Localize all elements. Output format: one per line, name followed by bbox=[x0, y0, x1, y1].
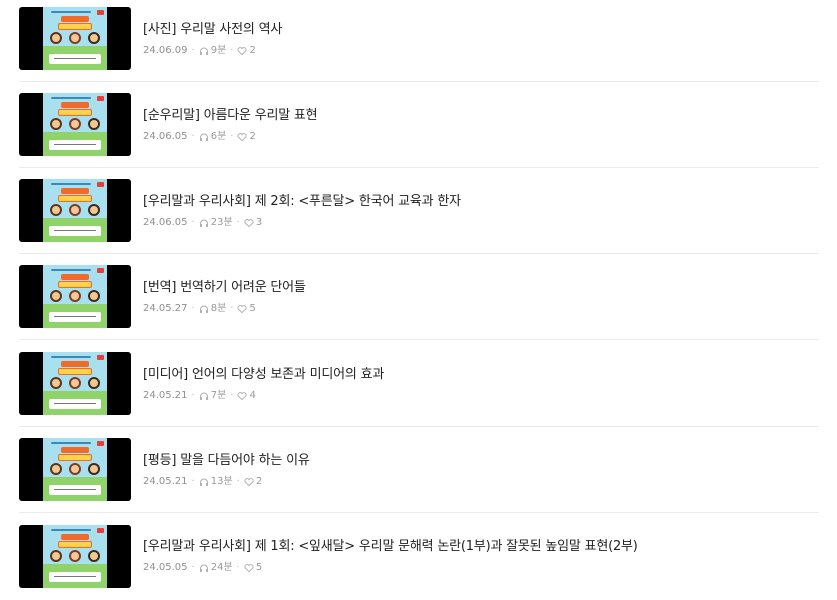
episode-title[interactable]: [순우리말] 아름다운 우리말 표현 bbox=[143, 107, 318, 125]
heart-icon[interactable] bbox=[237, 304, 248, 314]
episode-meta: 24.05.27 · 8분 · 5 bbox=[143, 303, 306, 315]
list-item[interactable]: [순우리말] 아름다운 우리말 표현 24.06.05 · 6분 · 2 bbox=[19, 82, 819, 168]
list-item[interactable]: [사진] 우리말 사전의 역사 24.06.09 · 9분 · 2 bbox=[19, 0, 819, 82]
headphones-icon bbox=[199, 218, 209, 228]
headphones-icon bbox=[199, 477, 209, 487]
thumbnail-poster-image bbox=[43, 93, 107, 156]
episode-likes: 2 bbox=[255, 475, 263, 487]
list-item[interactable]: [우리말과 우리사회] 제 1회: <잎새달> 우리말 문해력 논란(1부)과 … bbox=[19, 513, 819, 599]
list-item[interactable]: [미디어] 언어의 다양성 보존과 미디어의 효과 24.05.21 · 7분 … bbox=[19, 341, 819, 427]
meta-separator: · bbox=[230, 130, 234, 142]
episode-thumbnail[interactable] bbox=[19, 7, 131, 70]
episode-meta: 24.05.05 · 24분 · 5 bbox=[143, 562, 638, 574]
episode-likes: 3 bbox=[255, 216, 263, 228]
episode-likes: 4 bbox=[249, 389, 256, 401]
episode-meta: 24.06.05 · 23분 · 3 bbox=[143, 217, 461, 229]
heart-icon[interactable] bbox=[237, 46, 248, 56]
meta-separator: · bbox=[191, 44, 195, 56]
episode-title[interactable]: [미디어] 언어의 다양성 보존과 미디어의 효과 bbox=[143, 366, 384, 384]
episode-thumbnail[interactable] bbox=[19, 93, 131, 156]
headphones-icon bbox=[199, 304, 209, 314]
episode-thumbnail[interactable] bbox=[19, 352, 131, 415]
heart-icon[interactable] bbox=[244, 563, 254, 573]
episode-date: 24.05.05 bbox=[143, 562, 188, 573]
episode-duration: 7분 bbox=[210, 389, 227, 401]
meta-separator: · bbox=[230, 389, 234, 401]
thumbnail-poster-image bbox=[43, 265, 107, 328]
episode-thumbnail[interactable] bbox=[19, 524, 131, 588]
thumbnail-poster-image bbox=[43, 352, 107, 415]
episode-date: 24.05.27 bbox=[143, 302, 188, 314]
episode-thumbnail[interactable] bbox=[19, 265, 131, 328]
episode-duration: 6분 bbox=[210, 130, 227, 142]
meta-separator: · bbox=[236, 216, 240, 228]
episode-title[interactable]: [사진] 우리말 사전의 역사 bbox=[143, 21, 282, 39]
episode-likes: 2 bbox=[249, 44, 256, 56]
meta-separator: · bbox=[191, 389, 195, 401]
meta-separator: · bbox=[230, 302, 234, 314]
thumbnail-poster-image bbox=[43, 524, 107, 588]
heart-icon[interactable] bbox=[237, 132, 248, 142]
meta-separator: · bbox=[230, 44, 234, 56]
heart-icon[interactable] bbox=[244, 477, 254, 487]
headphones-icon bbox=[199, 132, 209, 142]
episode-duration: 13분 bbox=[210, 475, 233, 487]
episode-meta: 24.05.21 · 7분 · 4 bbox=[143, 390, 384, 402]
episode-duration: 9분 bbox=[210, 44, 227, 56]
thumbnail-poster-image bbox=[43, 438, 107, 501]
episode-title[interactable]: [평등] 말을 다듬어야 하는 이유 bbox=[143, 452, 310, 470]
headphones-icon bbox=[199, 46, 209, 56]
episode-duration: 24분 bbox=[210, 562, 233, 573]
meta-separator: · bbox=[191, 216, 195, 228]
meta-separator: · bbox=[191, 562, 195, 573]
episode-thumbnail[interactable] bbox=[19, 179, 131, 242]
episode-meta: 24.06.05 · 6분 · 2 bbox=[143, 131, 317, 143]
episode-duration: 8분 bbox=[210, 302, 227, 314]
meta-separator: · bbox=[191, 302, 195, 314]
headphones-icon bbox=[199, 563, 209, 573]
meta-separator: · bbox=[191, 475, 195, 487]
episode-date: 24.05.21 bbox=[143, 475, 188, 487]
episode-thumbnail[interactable] bbox=[19, 438, 131, 501]
episode-title[interactable]: [번역] 번역하기 어려운 단어들 bbox=[143, 279, 306, 297]
meta-separator: · bbox=[191, 130, 195, 142]
episode-meta: 24.05.21 · 13분 · 2 bbox=[143, 476, 310, 488]
thumbnail-poster-image bbox=[43, 7, 107, 70]
list-item[interactable]: [평등] 말을 다듬어야 하는 이유 24.05.21 · 13분 · 2 bbox=[19, 427, 819, 513]
headphones-icon bbox=[199, 391, 209, 401]
episode-date: 24.05.21 bbox=[143, 389, 188, 401]
episode-title[interactable]: [우리말과 우리사회] 제 1회: <잎새달> 우리말 문해력 논란(1부)과 … bbox=[143, 538, 638, 556]
meta-separator: · bbox=[236, 562, 240, 573]
episode-likes: 5 bbox=[255, 562, 263, 573]
episode-date: 24.06.05 bbox=[143, 130, 188, 142]
episode-title[interactable]: [우리말과 우리사회] 제 2회: <푸른달> 한국어 교육과 한자 bbox=[143, 193, 461, 211]
list-item[interactable]: [번역] 번역하기 어려운 단어들 24.05.27 · 8분 · 5 bbox=[19, 254, 819, 340]
episode-likes: 5 bbox=[249, 302, 256, 314]
episode-likes: 2 bbox=[249, 130, 256, 142]
episode-date: 24.06.09 bbox=[143, 44, 188, 56]
thumbnail-poster-image bbox=[43, 179, 107, 242]
episode-meta: 24.06.09 · 9분 · 2 bbox=[143, 45, 282, 57]
meta-separator: · bbox=[236, 475, 240, 487]
heart-icon[interactable] bbox=[244, 218, 254, 228]
list-item[interactable]: [우리말과 우리사회] 제 2회: <푸른달> 한국어 교육과 한자 24.06… bbox=[19, 168, 819, 254]
episode-date: 24.06.05 bbox=[143, 216, 188, 228]
heart-icon[interactable] bbox=[237, 391, 248, 401]
episode-duration: 23분 bbox=[210, 216, 233, 228]
